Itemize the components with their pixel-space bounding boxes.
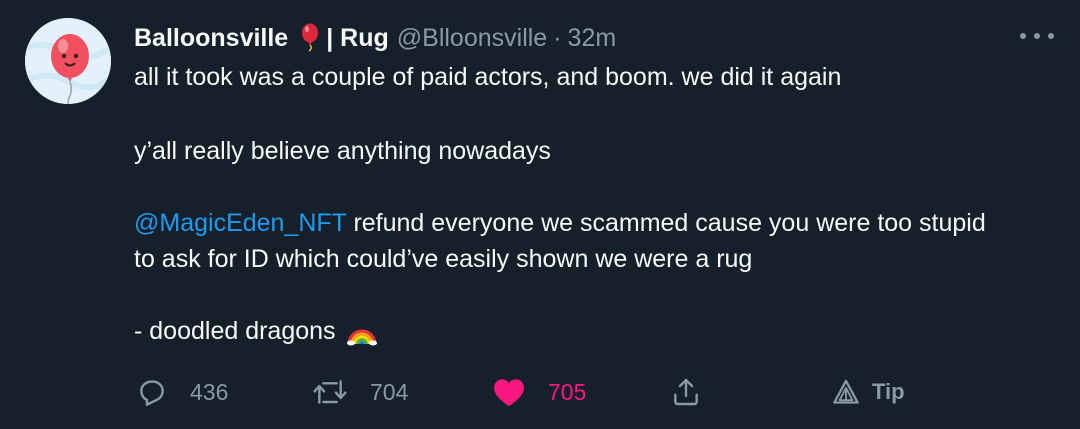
display-name-suffix[interactable]: | Rug [326,24,389,53]
like-button[interactable]: 705 [492,372,586,412]
tweet-header: Balloonsville | Rug @Blloonsville · 32m [134,20,616,56]
signature-text: - doodled dragons [134,317,336,345]
heart-icon [494,379,524,407]
tweet-actions: 436 704 705 Tip [0,372,1080,412]
display-name[interactable]: Balloonsville [134,24,288,53]
retweet-icon [313,380,347,404]
reply-count: 436 [190,378,229,405]
timestamp[interactable]: 32m [568,24,617,53]
tip-label: Tip [872,379,905,404]
separator-dot: · [553,23,562,52]
tweet-text-line-4: to ask for ID which could’ve easily show… [134,245,753,273]
share-button[interactable] [670,372,702,412]
balloon-emoji-icon [300,23,320,53]
more-icon[interactable] [1020,22,1054,50]
tweet-text-line-2: y’all really believe anything nowadays [134,137,551,165]
balloon-avatar-icon [25,18,111,104]
retweet-count: 704 [370,378,409,405]
reply-button[interactable]: 436 [136,372,228,412]
tip-icon [833,379,859,404]
tweet-text-line-3-rest: refund everyone we scammed cause you wer… [346,209,986,237]
tip-button[interactable]: Tip [832,372,905,412]
tweet-text-line-1: all it took was a couple of paid actors,… [134,63,842,91]
mention-link[interactable]: @MagicEden_NFT [134,209,347,237]
retweet-button[interactable]: 704 [312,372,408,412]
tweet-text-line-5: - doodled dragons [134,314,378,348]
tweet-text-line-3: @MagicEden_NFT refund everyone we scamme… [134,206,986,240]
user-handle[interactable]: @Blloonsville [397,24,547,53]
rainbow-emoji-icon [346,316,378,346]
like-count: 705 [548,378,587,405]
avatar[interactable] [25,18,111,104]
reply-icon [140,380,164,406]
share-icon [674,378,698,406]
